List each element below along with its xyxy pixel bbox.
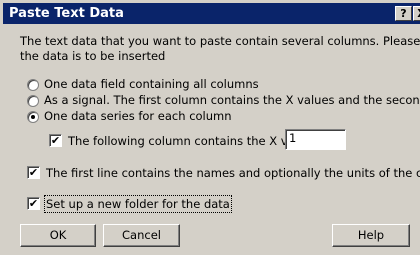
- cancel-button[interactable]: Cancel: [103, 224, 180, 247]
- radio-as-signal-label[interactable]: As a signal. The first column contains t…: [44, 93, 420, 107]
- x-column-input[interactable]: 1: [285, 129, 346, 150]
- paste-text-data-dialog: Paste Text Data ? X The text data that y…: [0, 0, 420, 255]
- x-column-label[interactable]: The following column contains the X valu…: [68, 134, 322, 148]
- radio-one-data-field[interactable]: [27, 79, 39, 91]
- new-folder-label[interactable]: Set up a new folder for the data: [44, 195, 232, 213]
- help-button[interactable]: Help: [332, 224, 410, 247]
- ok-button[interactable]: OK: [20, 224, 96, 247]
- title-bar[interactable]: Paste Text Data ? X: [3, 3, 420, 24]
- dialog-title: Paste Text Data: [9, 6, 124, 21]
- help-icon[interactable]: ?: [395, 6, 412, 21]
- first-line-label[interactable]: The first line contains the names and op…: [46, 166, 420, 180]
- radio-one-series-per-column[interactable]: [27, 111, 39, 123]
- radio-as-signal[interactable]: [27, 95, 39, 107]
- first-line-checkbox[interactable]: ✔: [27, 166, 40, 179]
- new-folder-checkbox[interactable]: ✔: [27, 197, 40, 210]
- close-icon[interactable]: X: [413, 6, 420, 21]
- x-column-checkbox[interactable]: ✔: [49, 134, 62, 147]
- description-line-2: the data is to be inserted: [20, 49, 166, 63]
- radio-selected-dot: [31, 115, 35, 119]
- description-line-1: The text data that you want to paste con…: [20, 34, 420, 48]
- radio-one-data-field-label[interactable]: One data field containing all columns: [44, 77, 259, 91]
- radio-one-series-per-column-label[interactable]: One data series for each column: [44, 109, 232, 123]
